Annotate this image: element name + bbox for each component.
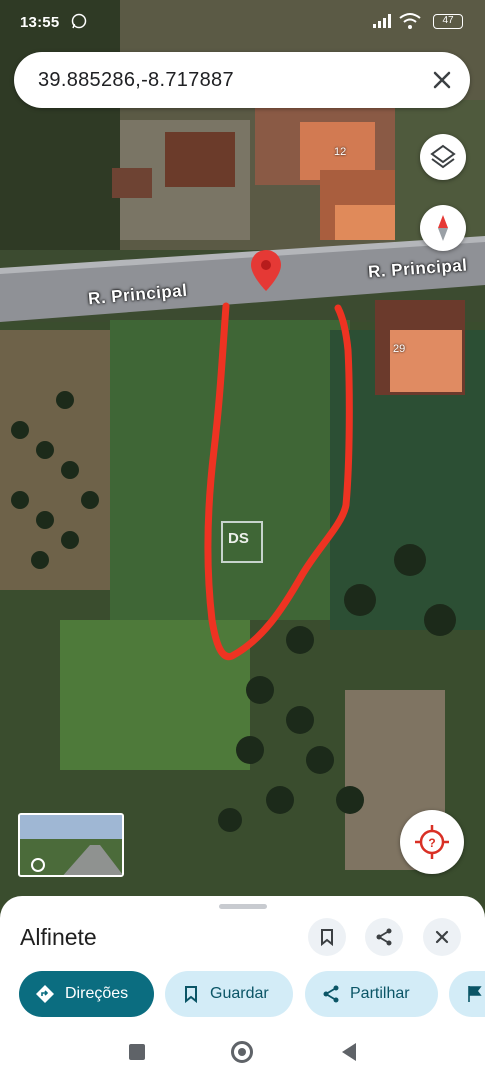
layers-button[interactable] — [420, 134, 466, 180]
watermark-text: DS — [228, 530, 249, 547]
home-button[interactable] — [231, 1041, 253, 1063]
status-bar: 13:55 47 — [0, 0, 485, 44]
search-query[interactable]: 39.885286,-8.717887 — [38, 69, 234, 92]
home-dot — [238, 1048, 246, 1056]
signal-icon — [373, 14, 391, 28]
whatsapp-icon — [71, 13, 87, 29]
compass-button[interactable] — [420, 205, 466, 251]
map-imagery — [0, 0, 485, 900]
label-chip[interactable] — [449, 971, 485, 1017]
bookmark-icon — [185, 986, 197, 1004]
battery-indicator: 47 — [433, 14, 463, 29]
house-number-label: 29 — [393, 343, 406, 355]
bookmark-icon — [321, 929, 333, 947]
save-label: Guardar — [210, 985, 269, 1002]
street-view-thumbnail[interactable] — [18, 813, 124, 877]
compass-icon — [438, 215, 448, 241]
location-unknown-icon: ? — [415, 825, 449, 859]
directions-button[interactable]: Direções — [19, 971, 154, 1017]
close-icon — [435, 930, 449, 944]
layers-icon — [430, 144, 456, 169]
place-sheet[interactable]: Alfinete Direções Guardar Partilhar — [0, 896, 485, 1024]
share-icon — [376, 928, 392, 946]
save-button[interactable]: Guardar — [165, 971, 293, 1017]
flag-icon — [468, 986, 482, 1002]
satellite-map[interactable]: R. Principal R. Principal 12 29 DS — [0, 0, 485, 900]
wifi-icon — [399, 13, 421, 29]
house-number-label: 12 — [334, 146, 347, 158]
close-icon[interactable] — [428, 66, 456, 94]
sheet-drag-handle[interactable] — [219, 904, 267, 909]
directions-label: Direções — [65, 985, 129, 1002]
status-time: 13:55 — [20, 14, 60, 31]
system-nav-bar — [0, 1024, 485, 1080]
share-button[interactable] — [365, 918, 403, 956]
directions-icon — [36, 985, 54, 1003]
share-icon — [323, 985, 339, 1003]
street-view-image — [20, 815, 122, 875]
back-button[interactable] — [340, 1042, 358, 1062]
bookmark-button[interactable] — [308, 918, 346, 956]
place-title: Alfinete — [20, 924, 97, 950]
svg-text:?: ? — [428, 836, 435, 850]
share-chip[interactable]: Partilhar — [305, 971, 438, 1017]
search-bar[interactable]: 39.885286,-8.717887 — [14, 52, 470, 108]
my-location-button[interactable]: ? — [400, 810, 464, 874]
share-label: Partilhar — [350, 985, 410, 1002]
recents-button[interactable] — [129, 1044, 145, 1060]
close-sheet-button[interactable] — [423, 918, 461, 956]
